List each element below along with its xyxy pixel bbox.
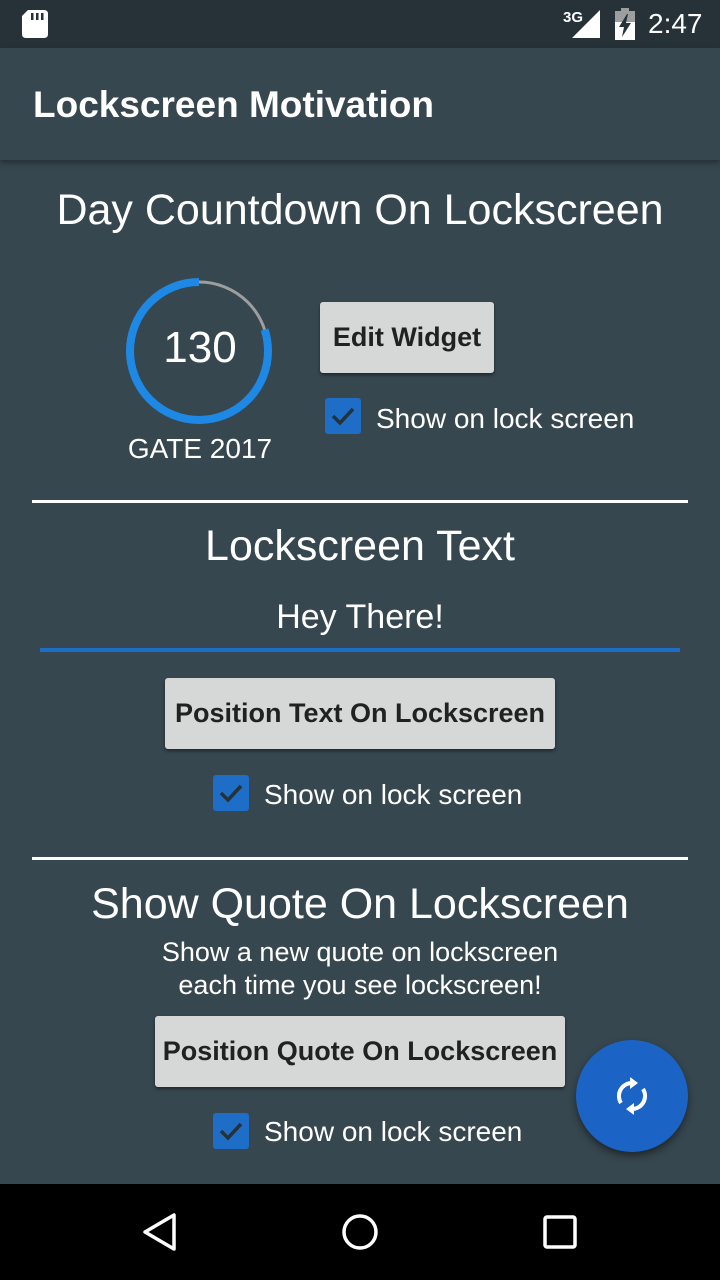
battery-charging-icon (615, 8, 635, 40)
signal-icon (572, 10, 600, 38)
edit-widget-button[interactable]: Edit Widget (320, 302, 494, 373)
position-quote-button[interactable]: Position Quote On Lockscreen (155, 1016, 565, 1087)
recents-icon[interactable] (542, 1214, 578, 1250)
countdown-days-value: 130 (163, 323, 237, 372)
countdown-section-title: Day Countdown On Lockscreen (56, 186, 664, 234)
quote-show-on-lock-screen-label[interactable]: Show on lock screen (264, 1116, 522, 1148)
lockscreen-text-input[interactable]: Hey There! (40, 598, 680, 652)
text-section-title: Lockscreen Text (205, 522, 515, 570)
home-icon[interactable] (340, 1212, 380, 1252)
check-icon (331, 407, 355, 426)
refresh-fab-button[interactable] (576, 1040, 688, 1152)
status-bar: 3G 2:47 (0, 0, 720, 48)
check-icon (219, 784, 243, 803)
clock: 2:47 (648, 8, 703, 39)
quote-show-on-lock-screen-checkbox[interactable] (213, 1113, 249, 1149)
text-show-on-lock-screen-label[interactable]: Show on lock screen (264, 779, 522, 811)
section-divider (32, 857, 688, 860)
check-icon (219, 1122, 243, 1141)
refresh-icon (616, 1077, 648, 1115)
back-icon[interactable] (140, 1212, 180, 1252)
countdown-event-label: GATE 2017 (127, 433, 273, 464)
app-title: Lockscreen Motivation (33, 84, 434, 125)
countdown-show-on-lock-screen-label[interactable]: Show on lock screen (376, 403, 634, 435)
quote-description-line-2: each time you see lockscreen! (178, 970, 542, 1000)
sd-card-icon (22, 10, 48, 38)
text-show-on-lock-screen-checkbox[interactable] (213, 775, 249, 811)
app-bar: Lockscreen Motivation (0, 48, 720, 160)
quote-section-title: Show Quote On Lockscreen (91, 880, 629, 928)
section-divider (32, 500, 688, 503)
countdown-show-on-lock-screen-checkbox[interactable] (325, 398, 361, 434)
quote-description-line-1: Show a new quote on lockscreen (161, 937, 559, 967)
position-text-button[interactable]: Position Text On Lockscreen (165, 678, 555, 749)
